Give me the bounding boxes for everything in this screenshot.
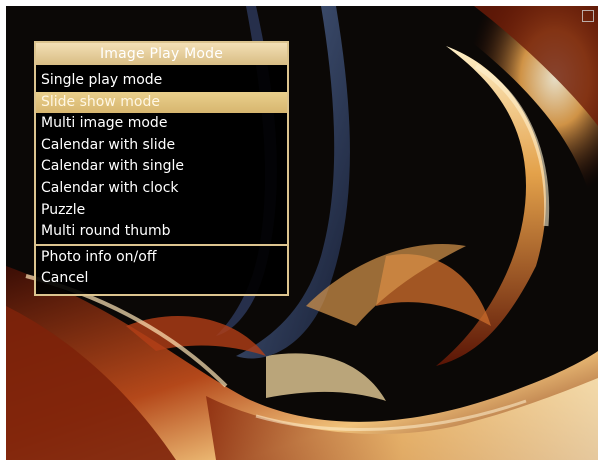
device-screen: Image Play Mode Single play mode Slide s…: [6, 6, 598, 460]
menu-item-calendar-with-clock[interactable]: Calendar with clock: [36, 178, 287, 200]
menu-item-calendar-with-slide[interactable]: Calendar with slide: [36, 135, 287, 157]
menu-item-multi-image-mode[interactable]: Multi image mode: [36, 113, 287, 135]
menu-item-slide-show-mode[interactable]: Slide show mode: [36, 91, 287, 114]
menu-list: Single play mode Slide show mode Multi i…: [36, 65, 287, 294]
menu-item-calendar-with-single[interactable]: Calendar with single: [36, 156, 287, 178]
menu-item-photo-info-toggle[interactable]: Photo info on/off: [36, 247, 287, 269]
menu-item-single-play-mode[interactable]: Single play mode: [36, 70, 287, 92]
menu-title: Image Play Mode: [36, 43, 287, 65]
menu-item-multi-round-thumb[interactable]: Multi round thumb: [36, 221, 287, 243]
menu-divider: [36, 243, 287, 246]
menu-item-cancel[interactable]: Cancel: [36, 268, 287, 290]
menu-item-puzzle[interactable]: Puzzle: [36, 200, 287, 222]
image-play-mode-menu: Image Play Mode Single play mode Slide s…: [34, 41, 289, 296]
corner-marker-icon: [582, 10, 594, 22]
